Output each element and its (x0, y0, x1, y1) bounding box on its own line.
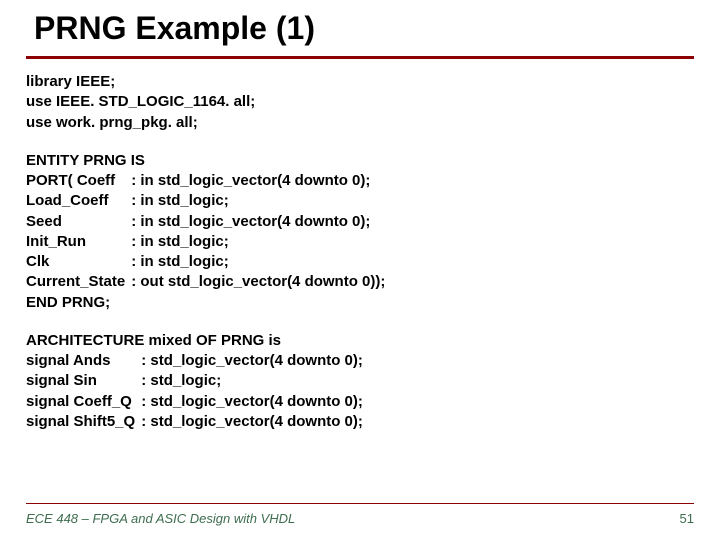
port-name: Init_Run (26, 232, 131, 252)
port-type: : in std_logic; (131, 232, 391, 252)
port-keyword: PORT( (26, 172, 77, 189)
code-line: library IEEE; (26, 72, 694, 92)
table-row: Seed : in std_logic_vector(4 downto 0); (26, 212, 391, 232)
code-line: use work. prng_pkg. all; (26, 113, 694, 133)
signal-keyword: signal (26, 393, 74, 410)
signal-table: signal Ands : std_logic_vector(4 downto … (26, 351, 369, 432)
port-name: Load_Coeff (26, 191, 131, 211)
signal-name: Sin (74, 372, 97, 389)
port-name: Seed (26, 212, 131, 232)
port-name: Current_State (26, 272, 131, 292)
port-type: : in std_logic; (131, 191, 391, 211)
footer-course: ECE 448 – FPGA and ASIC Design with VHDL (26, 511, 295, 526)
port-name: Coeff (77, 172, 115, 189)
code-line: ARCHITECTURE mixed OF PRNG is (26, 331, 694, 351)
architecture-block: ARCHITECTURE mixed OF PRNG is signal And… (26, 331, 694, 432)
table-row: signal Sin : std_logic; (26, 371, 369, 391)
page-number: 51 (680, 511, 694, 526)
footer-rule (26, 503, 694, 504)
table-row: signal Shift5_Q : std_logic_vector(4 dow… (26, 412, 369, 432)
table-row: Load_Coeff : in std_logic; (26, 191, 391, 211)
entity-block: ENTITY PRNG IS PORT( Coeff : in std_logi… (26, 151, 694, 313)
signal-keyword: signal (26, 352, 73, 369)
code-line: use IEEE. STD_LOGIC_1164. all; (26, 92, 694, 112)
signal-name: Ands (73, 352, 111, 369)
signal-type: : std_logic_vector(4 downto 0); (141, 412, 369, 432)
slide-title: PRNG Example (1) (34, 10, 315, 47)
slide: PRNG Example (1) library IEEE; use IEEE.… (0, 0, 720, 540)
signal-name: Coeff_Q (74, 393, 132, 410)
title-underline (26, 56, 694, 59)
table-row: signal Coeff_Q : std_logic_vector(4 down… (26, 392, 369, 412)
library-block: library IEEE; use IEEE. STD_LOGIC_1164. … (26, 72, 694, 133)
signal-keyword: signal (26, 372, 74, 389)
port-name: Clk (26, 252, 131, 272)
port-type: : in std_logic_vector(4 downto 0); (131, 212, 391, 232)
signal-type: : std_logic_vector(4 downto 0); (141, 351, 369, 371)
table-row: Clk : in std_logic; (26, 252, 391, 272)
signal-type: : std_logic; (141, 371, 369, 391)
code-line: ENTITY PRNG IS (26, 151, 694, 171)
slide-body: library IEEE; use IEEE. STD_LOGIC_1164. … (26, 72, 694, 450)
table-row: signal Ands : std_logic_vector(4 downto … (26, 351, 369, 371)
signal-name: Shift5_Q (74, 413, 136, 430)
port-type: : in std_logic_vector(4 downto 0); (131, 171, 391, 191)
port-table: PORT( Coeff : in std_logic_vector(4 down… (26, 171, 391, 293)
table-row: PORT( Coeff : in std_logic_vector(4 down… (26, 171, 391, 191)
signal-type: : std_logic_vector(4 downto 0); (141, 392, 369, 412)
port-type: : out std_logic_vector(4 downto 0)); (131, 272, 391, 292)
table-row: Init_Run : in std_logic; (26, 232, 391, 252)
code-line: END PRNG; (26, 293, 694, 313)
signal-keyword: signal (26, 413, 74, 430)
table-row: Current_State : out std_logic_vector(4 d… (26, 272, 391, 292)
port-type: : in std_logic; (131, 252, 391, 272)
